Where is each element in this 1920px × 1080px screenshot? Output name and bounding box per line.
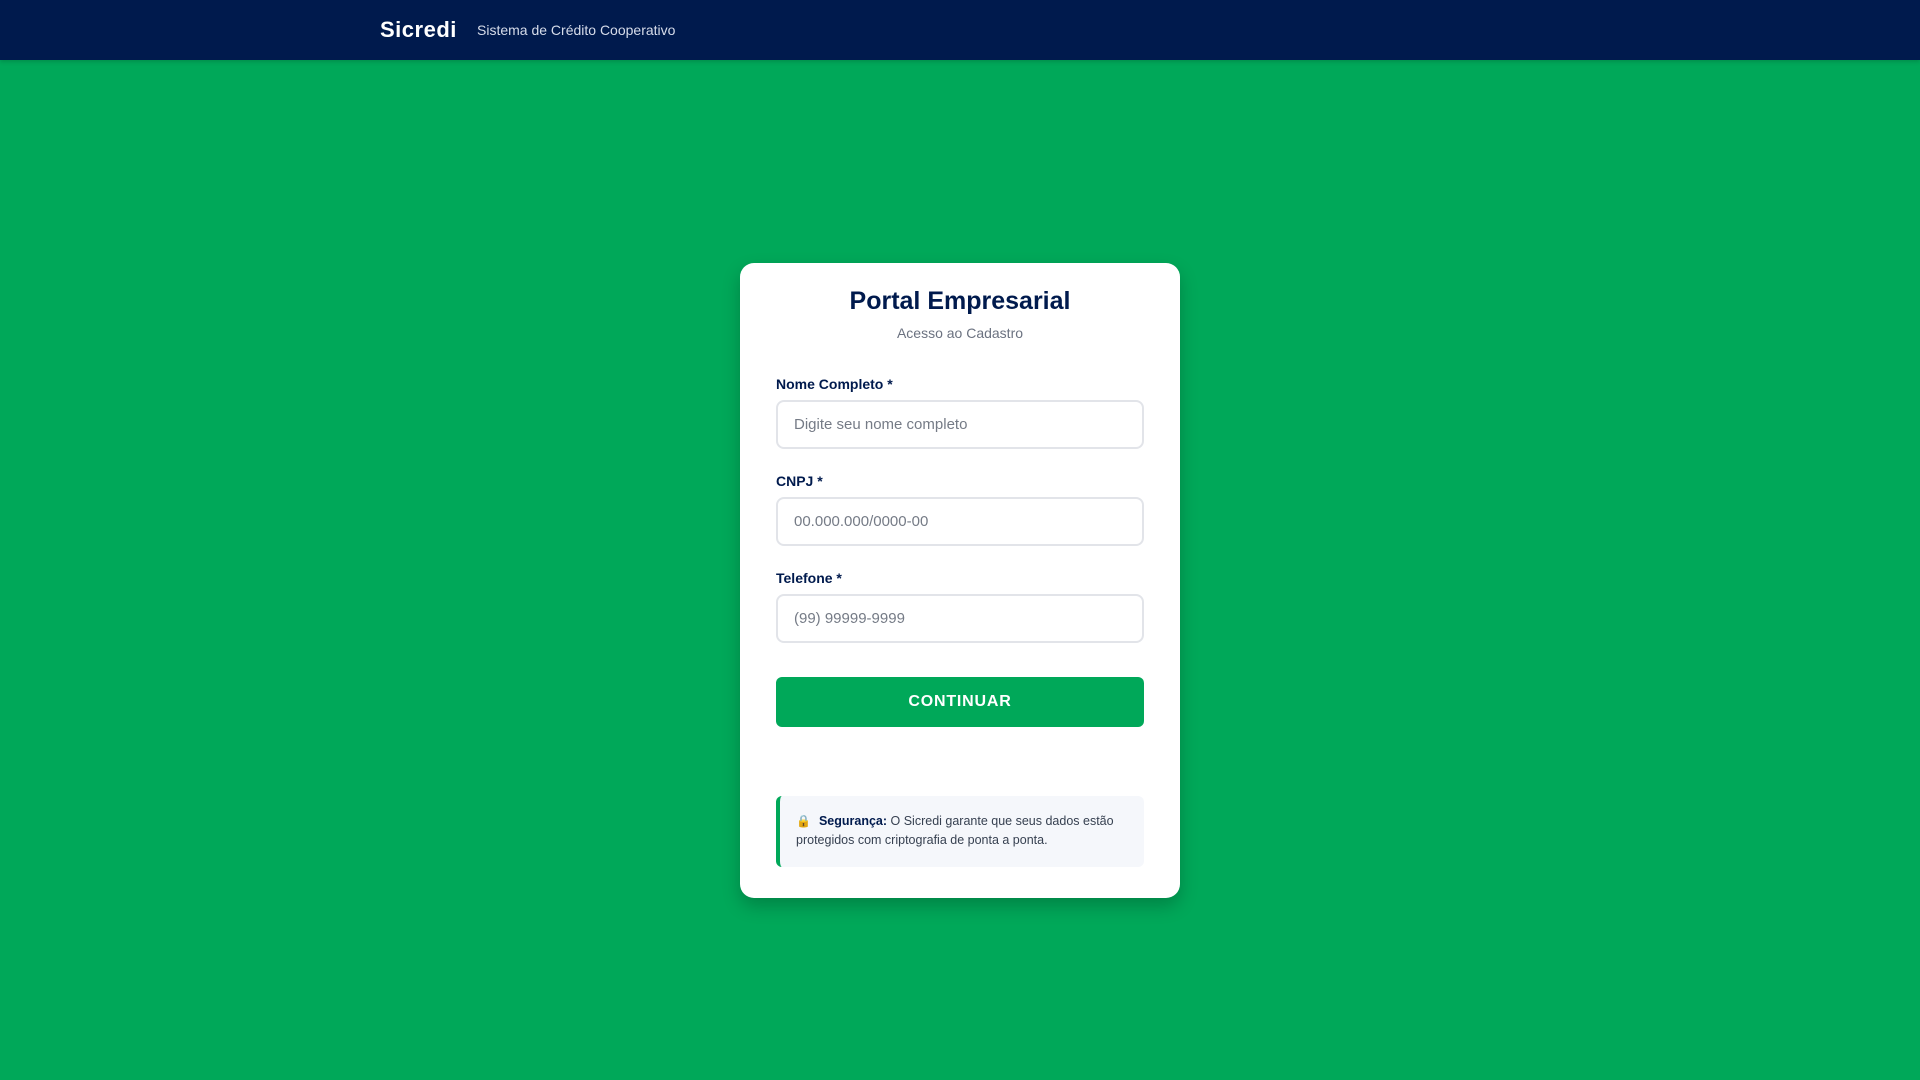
phone-label: Telefone * (776, 570, 842, 586)
top-navbar: Sicredi Sistema de Crédito Cooperativo (0, 0, 1920, 60)
lock-icon: 🔒 (796, 814, 811, 828)
name-input[interactable] (776, 400, 1144, 449)
brand-tagline: Sistema de Crédito Cooperativo (477, 22, 676, 38)
brand-logo[interactable]: Sicredi (380, 0, 457, 60)
card-subtitle: Acesso ao Cadastro (896, 325, 1024, 341)
phone-input[interactable] (776, 594, 1144, 643)
cnpj-input[interactable] (776, 497, 1144, 546)
card-title: Portal Empresarial (849, 287, 1071, 315)
continue-button[interactable]: CONTINUAR (776, 677, 1144, 727)
security-notice: 🔒 Segurança: O Sicredi garante que seus d… (776, 796, 1144, 867)
registration-card: Portal Empresarial Acesso ao Cadastro No… (740, 263, 1180, 898)
security-title: Segurança: (818, 814, 888, 828)
name-label: Nome Completo * (776, 376, 893, 392)
cnpj-label: CNPJ * (776, 473, 823, 489)
